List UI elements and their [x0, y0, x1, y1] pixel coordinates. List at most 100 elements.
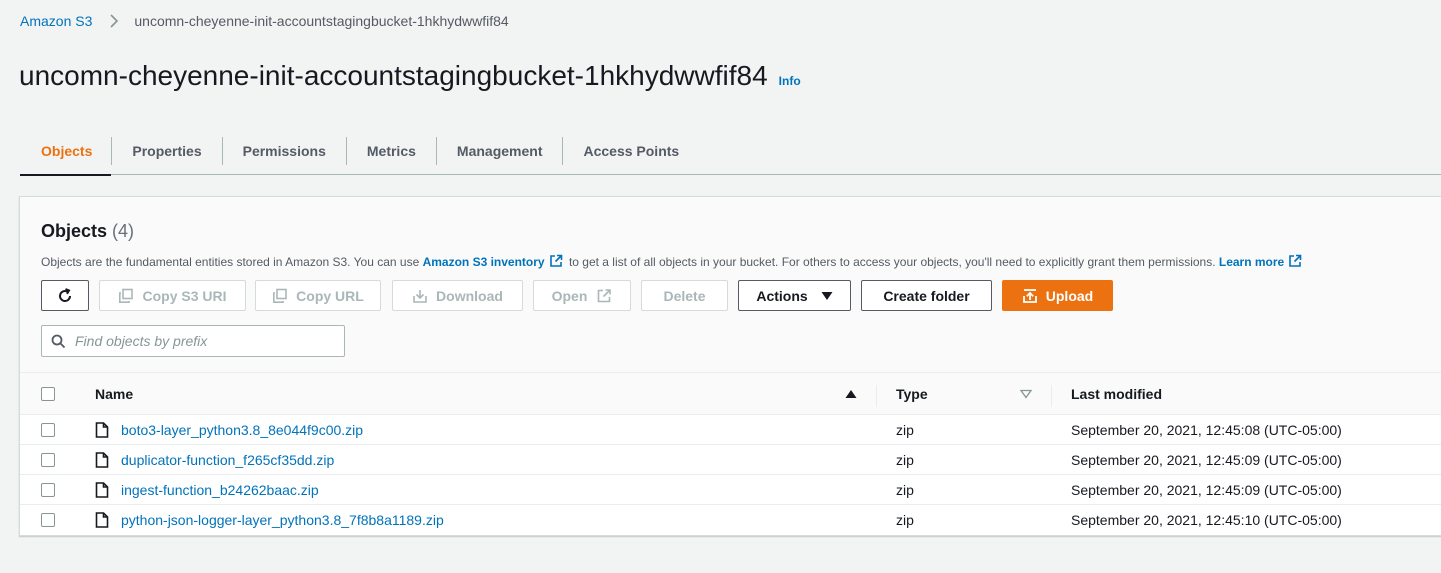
objects-count: (4) [112, 221, 135, 241]
tab-label: Metrics [345, 137, 436, 165]
upload-icon [1022, 288, 1037, 303]
objects-table: Name Type Last modified boto3-layer_pyth… [20, 373, 1441, 535]
column-divider[interactable] [1051, 385, 1052, 407]
object-last-modified: September 20, 2021, 12:45:08 (UTC-05:00) [1071, 421, 1342, 438]
table-row: python-json-logger-layer_python3.8_7f8b8… [20, 505, 1441, 535]
info-link[interactable]: Info [779, 74, 801, 88]
actions-label: Actions [756, 287, 808, 304]
download-icon [413, 289, 427, 303]
object-last-modified: September 20, 2021, 12:45:09 (UTC-05:00) [1071, 451, 1342, 468]
copy-url-button[interactable]: Copy URL [255, 280, 381, 311]
tab-access-points[interactable]: Access Points [562, 127, 699, 175]
file-icon [95, 415, 109, 444]
column-name-label: Name [95, 385, 134, 402]
objects-panel-header: Objects (4) Objects are the fundamental … [20, 197, 1441, 373]
object-name-cell: boto3-layer_python3.8_8e044f9c00.zip [121, 415, 363, 444]
learn-more-link[interactable]: Learn more [1219, 255, 1284, 269]
object-last-modified: September 20, 2021, 12:45:10 (UTC-05:00) [1071, 512, 1342, 528]
tab-label: Objects [41, 143, 93, 159]
copy-icon [273, 288, 287, 303]
open-button[interactable]: Open [533, 280, 631, 311]
object-last-modified: September 20, 2021, 12:45:09 (UTC-05:00) [1071, 481, 1342, 498]
tab-properties[interactable]: Properties [111, 127, 221, 175]
file-icon [95, 475, 109, 504]
copy-s3-uri-label: Copy S3 URI [142, 287, 227, 304]
select-all-checkbox[interactable] [41, 386, 55, 401]
open-label: Open [551, 287, 588, 304]
column-header-type[interactable]: Type [896, 373, 928, 414]
s3-inventory-link[interactable]: Amazon S3 inventory [423, 255, 545, 269]
tab-label: Management [435, 137, 563, 165]
table-row: duplicator-function_f265cf35dd.zip zip S… [20, 445, 1441, 475]
object-name-link[interactable]: ingest-function_b24262baac.zip [121, 482, 319, 498]
refresh-button[interactable] [41, 280, 89, 311]
breadcrumb-amazon-s3[interactable]: Amazon S3 [20, 13, 92, 29]
object-name-cell: python-json-logger-layer_python3.8_7f8b8… [121, 505, 444, 535]
page-title: uncomn-cheyenne-init-accountstagingbucke… [19, 60, 768, 91]
tab-management[interactable]: Management [435, 127, 563, 175]
select-all-cell [41, 373, 55, 414]
refresh-icon [56, 287, 74, 305]
create-folder-button[interactable]: Create folder [861, 280, 992, 311]
sort-ascending-icon[interactable] [845, 373, 857, 414]
external-link-icon [1288, 254, 1302, 271]
chevron-right-icon [106, 13, 122, 29]
upload-button[interactable]: Upload [1002, 280, 1113, 311]
desc-text-2: to get a list of all objects in your buc… [565, 255, 1219, 269]
row-select-cell [41, 415, 55, 444]
table-row: ingest-function_b24262baac.zip zip Septe… [20, 475, 1441, 505]
tab-label: Access Points [562, 137, 699, 165]
external-link-icon [598, 288, 612, 302]
copy-s3-uri-button[interactable]: Copy S3 URI [99, 280, 246, 311]
tab-metrics[interactable]: Metrics [345, 127, 436, 175]
objects-title-text: Objects [41, 221, 108, 241]
sort-toggle-icon[interactable] [1020, 373, 1032, 414]
caret-down-icon [821, 291, 833, 300]
column-header-last-modified[interactable]: Last modified [1071, 373, 1162, 414]
search-icon [51, 334, 66, 349]
objects-panel-title: Objects (4) [41, 221, 134, 242]
object-name-cell: duplicator-function_f265cf35dd.zip [121, 445, 334, 474]
object-name-link[interactable]: python-json-logger-layer_python3.8_7f8b8… [121, 512, 444, 528]
tab-objects[interactable]: Objects [20, 127, 112, 176]
file-icon [95, 445, 109, 474]
object-type: zip [896, 481, 914, 498]
tab-bar: Objects Properties Permissions Metrics M… [20, 127, 1441, 176]
search-input[interactable] [75, 333, 335, 349]
external-link-icon [549, 254, 563, 271]
column-header-name[interactable]: Name [95, 373, 133, 414]
download-label: Download [436, 287, 503, 304]
object-type: zip [896, 451, 914, 468]
objects-description: Objects are the fundamental entities sto… [41, 254, 1305, 271]
objects-toolbar: Copy S3 URI Copy URL Download Open Delet… [41, 280, 1113, 311]
row-select-cell [41, 505, 55, 535]
delete-label: Delete [663, 287, 706, 304]
row-checkbox[interactable] [41, 422, 55, 437]
search-box [41, 325, 345, 357]
row-checkbox[interactable] [41, 482, 55, 497]
column-divider[interactable] [876, 385, 877, 407]
object-type: zip [896, 512, 914, 528]
object-name-link[interactable]: duplicator-function_f265cf35dd.zip [121, 452, 334, 468]
download-button[interactable]: Download [392, 280, 523, 311]
tab-permissions[interactable]: Permissions [221, 127, 346, 175]
actions-dropdown[interactable]: Actions [738, 280, 851, 311]
tab-label: Permissions [221, 137, 346, 165]
delete-button[interactable]: Delete [641, 280, 728, 311]
row-select-cell [41, 445, 55, 474]
page-header: uncomn-cheyenne-init-accountstagingbucke… [19, 60, 801, 92]
object-name-link[interactable]: boto3-layer_python3.8_8e044f9c00.zip [121, 422, 363, 438]
create-folder-label: Create folder [883, 287, 970, 304]
tab-label: Properties [111, 137, 221, 165]
column-last-modified-label: Last modified [1071, 385, 1163, 402]
file-icon [95, 505, 109, 535]
column-type-label: Type [896, 385, 928, 402]
table-header: Name Type Last modified [20, 373, 1441, 415]
upload-label: Upload [1045, 287, 1094, 304]
row-checkbox[interactable] [41, 452, 55, 467]
row-checkbox[interactable] [41, 513, 55, 527]
table-row: boto3-layer_python3.8_8e044f9c00.zip zip… [20, 415, 1441, 445]
breadcrumb-current: uncomn-cheyenne-init-accountstagingbucke… [134, 13, 509, 29]
object-type: zip [896, 421, 914, 438]
breadcrumb: Amazon S3 uncomn-cheyenne-init-accountst… [20, 12, 509, 30]
